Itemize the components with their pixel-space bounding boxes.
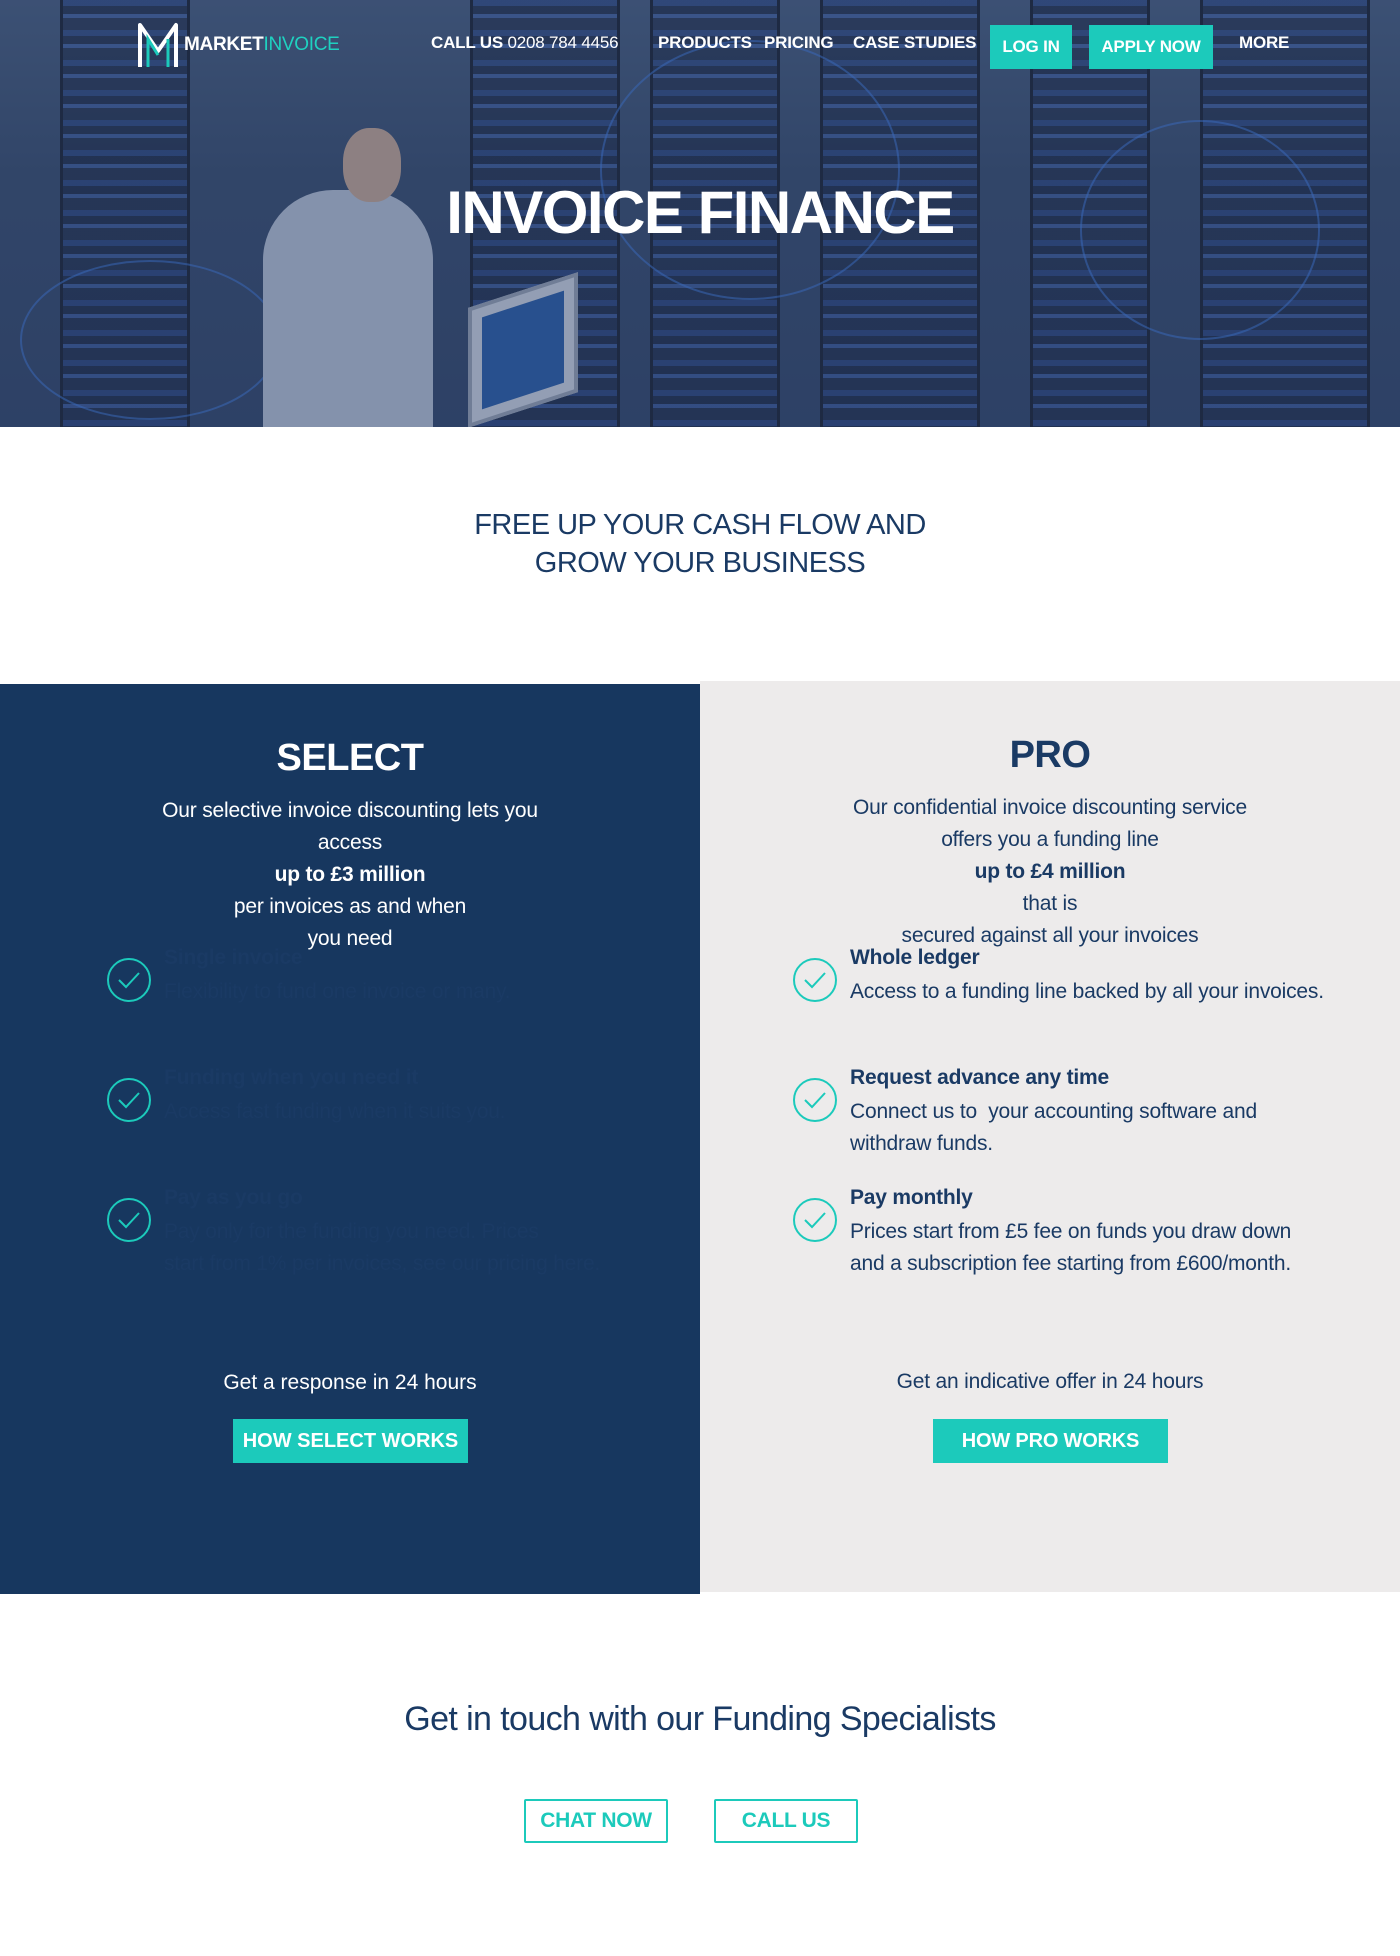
feature-description-line: Connect us to your accounting software a…	[850, 1100, 1257, 1123]
select-intro-bold: up to £3 million	[274, 863, 426, 886]
select-intro-line1: Our selective invoice discounting lets y…	[162, 799, 538, 822]
nav-products[interactable]: PRODUCTS	[658, 33, 752, 53]
feature-description-line: start from 1% per invoices, see our pric…	[164, 1252, 601, 1275]
contact-heading: Get in touch with our Funding Specialist…	[404, 1700, 996, 1738]
select-title: SELECT	[276, 737, 424, 779]
feature-description-line: Prices start from £5 fee on funds you dr…	[850, 1220, 1292, 1243]
feature-description-line: and a subscription fee starting from £60…	[850, 1252, 1291, 1275]
pro-intro-line2: offers you a funding line up to £4 milli…	[700, 824, 1400, 920]
tagline: FREE UP YOUR CASH FLOW AND GROW YOUR BUS…	[0, 506, 1400, 582]
select-intro-line3: you need	[307, 927, 393, 950]
pro-title: PRO	[1009, 734, 1091, 776]
hero-banner: MARKETINVOICE CALL US 0208 784 4456 PROD…	[0, 0, 1400, 427]
feature-title: Pay as you go	[164, 1186, 303, 1209]
check-circle-icon	[107, 1198, 151, 1242]
phone-number: 0208 784 4456	[507, 33, 619, 52]
call-us-label: CALL US	[431, 33, 503, 52]
how-pro-works-button[interactable]: HOW PRO WORKS	[933, 1419, 1168, 1463]
brand-logo[interactable]: MARKETINVOICE	[136, 21, 340, 69]
nav-pricing[interactable]: PRICING	[764, 33, 834, 53]
select-response-time: Get a response in 24 hours	[223, 1371, 477, 1394]
check-circle-icon	[793, 1078, 837, 1122]
feature-description: Connect us to your accounting software a…	[850, 1096, 1257, 1160]
pro-intro-line1: Our confidential invoice discounting ser…	[853, 796, 1247, 819]
pro-intro-pre: offers you a funding line	[941, 828, 1159, 851]
apply-now-button[interactable]: APPLY NOW	[1089, 25, 1213, 69]
feature-title: Pay monthly	[850, 1186, 973, 1209]
feature-description: Access to a funding line backed by all y…	[850, 976, 1324, 1008]
nav-case-studies[interactable]: CASE STUDIES	[853, 33, 976, 53]
feature-title: Whole ledger	[850, 946, 980, 969]
feature-description: Flexibility to fund one invoice or many.	[164, 976, 511, 1008]
logo-m-icon	[138, 23, 178, 67]
tagline-line1: FREE UP YOUR CASH FLOW AND	[474, 509, 926, 541]
feature-description-line: Access fast funding when it suits you.	[164, 1100, 506, 1123]
chat-now-button[interactable]: CHAT NOW	[524, 1799, 668, 1843]
tagline-line2: GROW YOUR BUSINESS	[534, 547, 866, 579]
feature-description-line: Access to a funding line backed by all y…	[850, 980, 1324, 1003]
top-navigation: MARKETINVOICE CALL US 0208 784 4456 PROD…	[0, 0, 1400, 90]
nav-call-us[interactable]: CALL US 0208 784 4456	[431, 33, 619, 53]
check-circle-icon	[793, 1198, 837, 1242]
brand-name-part2: INVOICE	[263, 34, 340, 55]
feature-description: Access fast funding when it suits you.	[164, 1096, 506, 1128]
check-circle-icon	[793, 958, 837, 1002]
page-title: INVOICE FINANCE	[446, 179, 955, 246]
select-intro-line2: access up to £3 million per invoices as …	[0, 827, 700, 923]
feature-title: Request advance any time	[850, 1066, 1109, 1089]
feature-description: Prices start from £5 fee on funds you dr…	[850, 1216, 1291, 1280]
pro-intro-post: that is	[1022, 892, 1078, 915]
select-intro-pre: access	[317, 831, 383, 854]
feature-title: Single invoice	[164, 946, 303, 969]
pro-intro: Our confidential invoice discounting ser…	[700, 792, 1400, 952]
call-us-button[interactable]: CALL US	[714, 1799, 858, 1843]
select-intro: Our selective invoice discounting lets y…	[0, 795, 700, 955]
nav-more[interactable]: MORE	[1239, 33, 1289, 53]
how-select-works-button[interactable]: HOW SELECT WORKS	[233, 1419, 468, 1463]
login-button[interactable]: LOG IN	[990, 25, 1072, 69]
select-intro-post: per invoices as and when	[233, 895, 467, 918]
pro-intro-line3: secured against all your invoices	[901, 924, 1199, 947]
check-circle-icon	[107, 958, 151, 1002]
feature-description: Pay only for the funding you need. Price…	[164, 1216, 600, 1280]
feature-title: Funding when you need it	[164, 1066, 419, 1089]
brand-name: MARKETINVOICE	[184, 34, 340, 56]
pro-response-time: Get an indicative offer in 24 hours	[896, 1370, 1204, 1393]
feature-description-line: withdraw funds.	[850, 1132, 993, 1155]
pro-intro-bold: up to £4 million	[974, 860, 1126, 883]
check-circle-icon	[107, 1078, 151, 1122]
brand-name-part1: MARKET	[184, 34, 264, 55]
feature-description-line: Pay only for the funding you need. Price…	[164, 1220, 539, 1243]
feature-description-line: Flexibility to fund one invoice or many.	[164, 980, 511, 1003]
